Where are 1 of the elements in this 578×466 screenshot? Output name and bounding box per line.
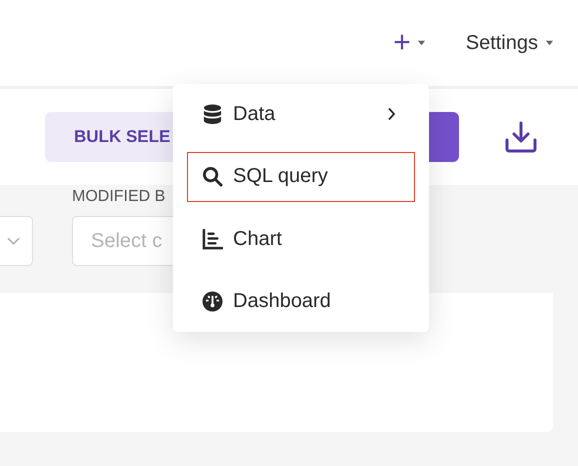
filter-label: MODIFIED B — [72, 188, 166, 206]
